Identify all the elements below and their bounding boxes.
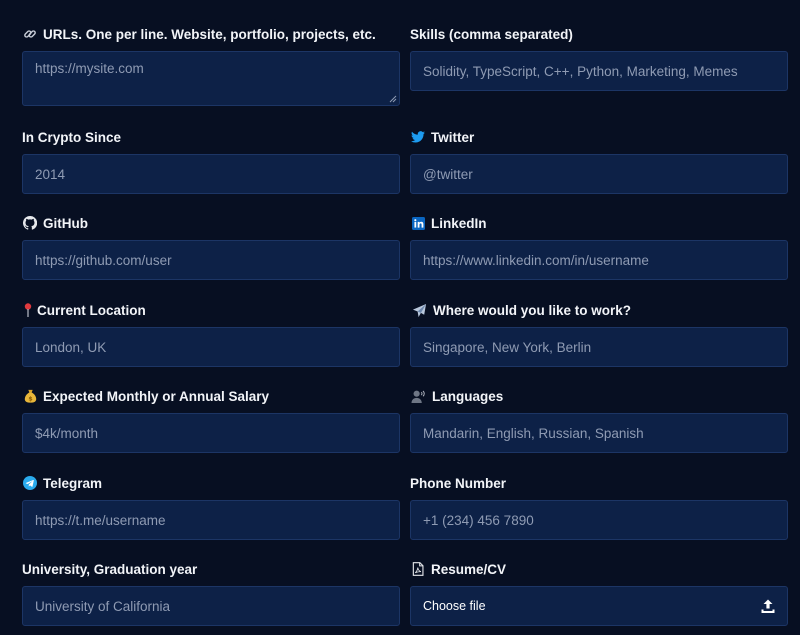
resume-label: Resume/CV bbox=[410, 559, 788, 579]
github-placeholder: https://github.com/user bbox=[35, 252, 172, 268]
skills-field: Skills (comma separated) Solidity, TypeS… bbox=[410, 24, 788, 91]
location-input[interactable]: London, UK bbox=[22, 327, 400, 367]
urls-textarea[interactable]: https://mysite.com bbox=[22, 51, 400, 106]
location-label-text: Current Location bbox=[37, 302, 146, 318]
work-where-label-text: Where would you like to work? bbox=[433, 302, 632, 318]
pushpin-icon bbox=[22, 302, 34, 318]
location-label: Current Location bbox=[22, 300, 400, 320]
location-placeholder: London, UK bbox=[35, 339, 107, 355]
crypto-since-input[interactable]: 2014 bbox=[22, 154, 400, 194]
github-icon bbox=[22, 215, 38, 231]
github-label-text: GitHub bbox=[43, 215, 88, 231]
resize-grip-icon[interactable] bbox=[389, 95, 397, 103]
phone-field: Phone Number +1 (234) 456 7890 bbox=[410, 473, 788, 540]
twitter-placeholder: @twitter bbox=[423, 166, 473, 182]
resume-file-input[interactable]: Choose file bbox=[410, 586, 788, 626]
linkedin-label: LinkedIn bbox=[410, 213, 788, 233]
github-input[interactable]: https://github.com/user bbox=[22, 240, 400, 280]
work-where-placeholder: Singapore, New York, Berlin bbox=[423, 339, 592, 355]
resume-field: Resume/CV Choose file bbox=[410, 559, 788, 626]
languages-label-text: Languages bbox=[432, 388, 504, 404]
urls-field: URLs. One per line. Website, portfolio, … bbox=[22, 24, 400, 106]
linkedin-placeholder: https://www.linkedin.com/in/username bbox=[423, 252, 649, 268]
skills-input[interactable]: Solidity, TypeScript, C++, Python, Marke… bbox=[410, 51, 788, 91]
skills-label: Skills (comma separated) bbox=[410, 24, 788, 44]
choose-file-text: Choose file bbox=[423, 599, 486, 613]
phone-placeholder: +1 (234) 456 7890 bbox=[423, 512, 534, 528]
salary-label-text: Expected Monthly or Annual Salary bbox=[43, 388, 270, 404]
crypto-since-label-text: In Crypto Since bbox=[22, 129, 122, 145]
phone-input[interactable]: +1 (234) 456 7890 bbox=[410, 500, 788, 540]
languages-label: Languages bbox=[410, 386, 788, 406]
university-field: University, Graduation year University o… bbox=[22, 559, 400, 626]
airplane-icon bbox=[410, 302, 428, 318]
work-where-input[interactable]: Singapore, New York, Berlin bbox=[410, 327, 788, 367]
university-label: University, Graduation year bbox=[22, 559, 400, 579]
crypto-since-label: In Crypto Since bbox=[22, 127, 400, 147]
university-placeholder: University of California bbox=[35, 598, 171, 614]
money-bag-icon: $ bbox=[22, 388, 38, 404]
work-where-label: Where would you like to work? bbox=[410, 300, 788, 320]
urls-value: https://mysite.com bbox=[35, 61, 144, 76]
phone-label-text: Phone Number bbox=[410, 475, 507, 491]
upload-icon[interactable] bbox=[761, 599, 775, 613]
languages-input[interactable]: Mandarin, English, Russian, Spanish bbox=[410, 413, 788, 453]
telegram-input[interactable]: https://t.me/username bbox=[22, 500, 400, 540]
telegram-label-text: Telegram bbox=[43, 475, 103, 491]
skills-label-text: Skills (comma separated) bbox=[410, 26, 573, 42]
telegram-placeholder: https://t.me/username bbox=[35, 512, 166, 528]
twitter-label: Twitter bbox=[410, 127, 788, 147]
twitter-label-text: Twitter bbox=[431, 129, 475, 145]
twitter-field: Twitter @twitter bbox=[410, 127, 788, 194]
telegram-icon bbox=[22, 475, 38, 491]
university-label-text: University, Graduation year bbox=[22, 561, 198, 577]
urls-label-text: URLs. One per line. Website, portfolio, … bbox=[43, 26, 376, 42]
linkedin-field: LinkedIn https://www.linkedin.com/in/use… bbox=[410, 213, 788, 280]
crypto-since-field: In Crypto Since 2014 bbox=[22, 127, 400, 194]
linkedin-icon bbox=[410, 215, 426, 231]
linkedin-input[interactable]: https://www.linkedin.com/in/username bbox=[410, 240, 788, 280]
crypto-since-placeholder: 2014 bbox=[35, 166, 66, 182]
profile-form: URLs. One per line. Website, portfolio, … bbox=[0, 0, 800, 635]
location-field: Current Location London, UK bbox=[22, 300, 400, 367]
resume-label-text: Resume/CV bbox=[431, 561, 507, 577]
svg-text:$: $ bbox=[28, 396, 32, 403]
github-label: GitHub bbox=[22, 213, 400, 233]
pdf-file-icon bbox=[410, 561, 426, 577]
twitter-icon bbox=[410, 129, 426, 145]
telegram-field: Telegram https://t.me/username bbox=[22, 473, 400, 540]
speaking-head-icon bbox=[410, 388, 427, 404]
phone-label: Phone Number bbox=[410, 473, 788, 493]
skills-placeholder: Solidity, TypeScript, C++, Python, Marke… bbox=[423, 63, 738, 79]
work-where-field: Where would you like to work? Singapore,… bbox=[410, 300, 788, 367]
salary-placeholder: $4k/month bbox=[35, 425, 99, 441]
telegram-label: Telegram bbox=[22, 473, 400, 493]
languages-placeholder: Mandarin, English, Russian, Spanish bbox=[423, 425, 644, 441]
salary-input[interactable]: $4k/month bbox=[22, 413, 400, 453]
languages-field: Languages Mandarin, English, Russian, Sp… bbox=[410, 386, 788, 453]
salary-field: $ Expected Monthly or Annual Salary $4k/… bbox=[22, 386, 400, 453]
github-field: GitHub https://github.com/user bbox=[22, 213, 400, 280]
urls-label: URLs. One per line. Website, portfolio, … bbox=[22, 24, 400, 44]
twitter-input[interactable]: @twitter bbox=[410, 154, 788, 194]
link-icon bbox=[22, 26, 38, 42]
linkedin-label-text: LinkedIn bbox=[431, 215, 487, 231]
salary-label: $ Expected Monthly or Annual Salary bbox=[22, 386, 400, 406]
university-input[interactable]: University of California bbox=[22, 586, 400, 626]
